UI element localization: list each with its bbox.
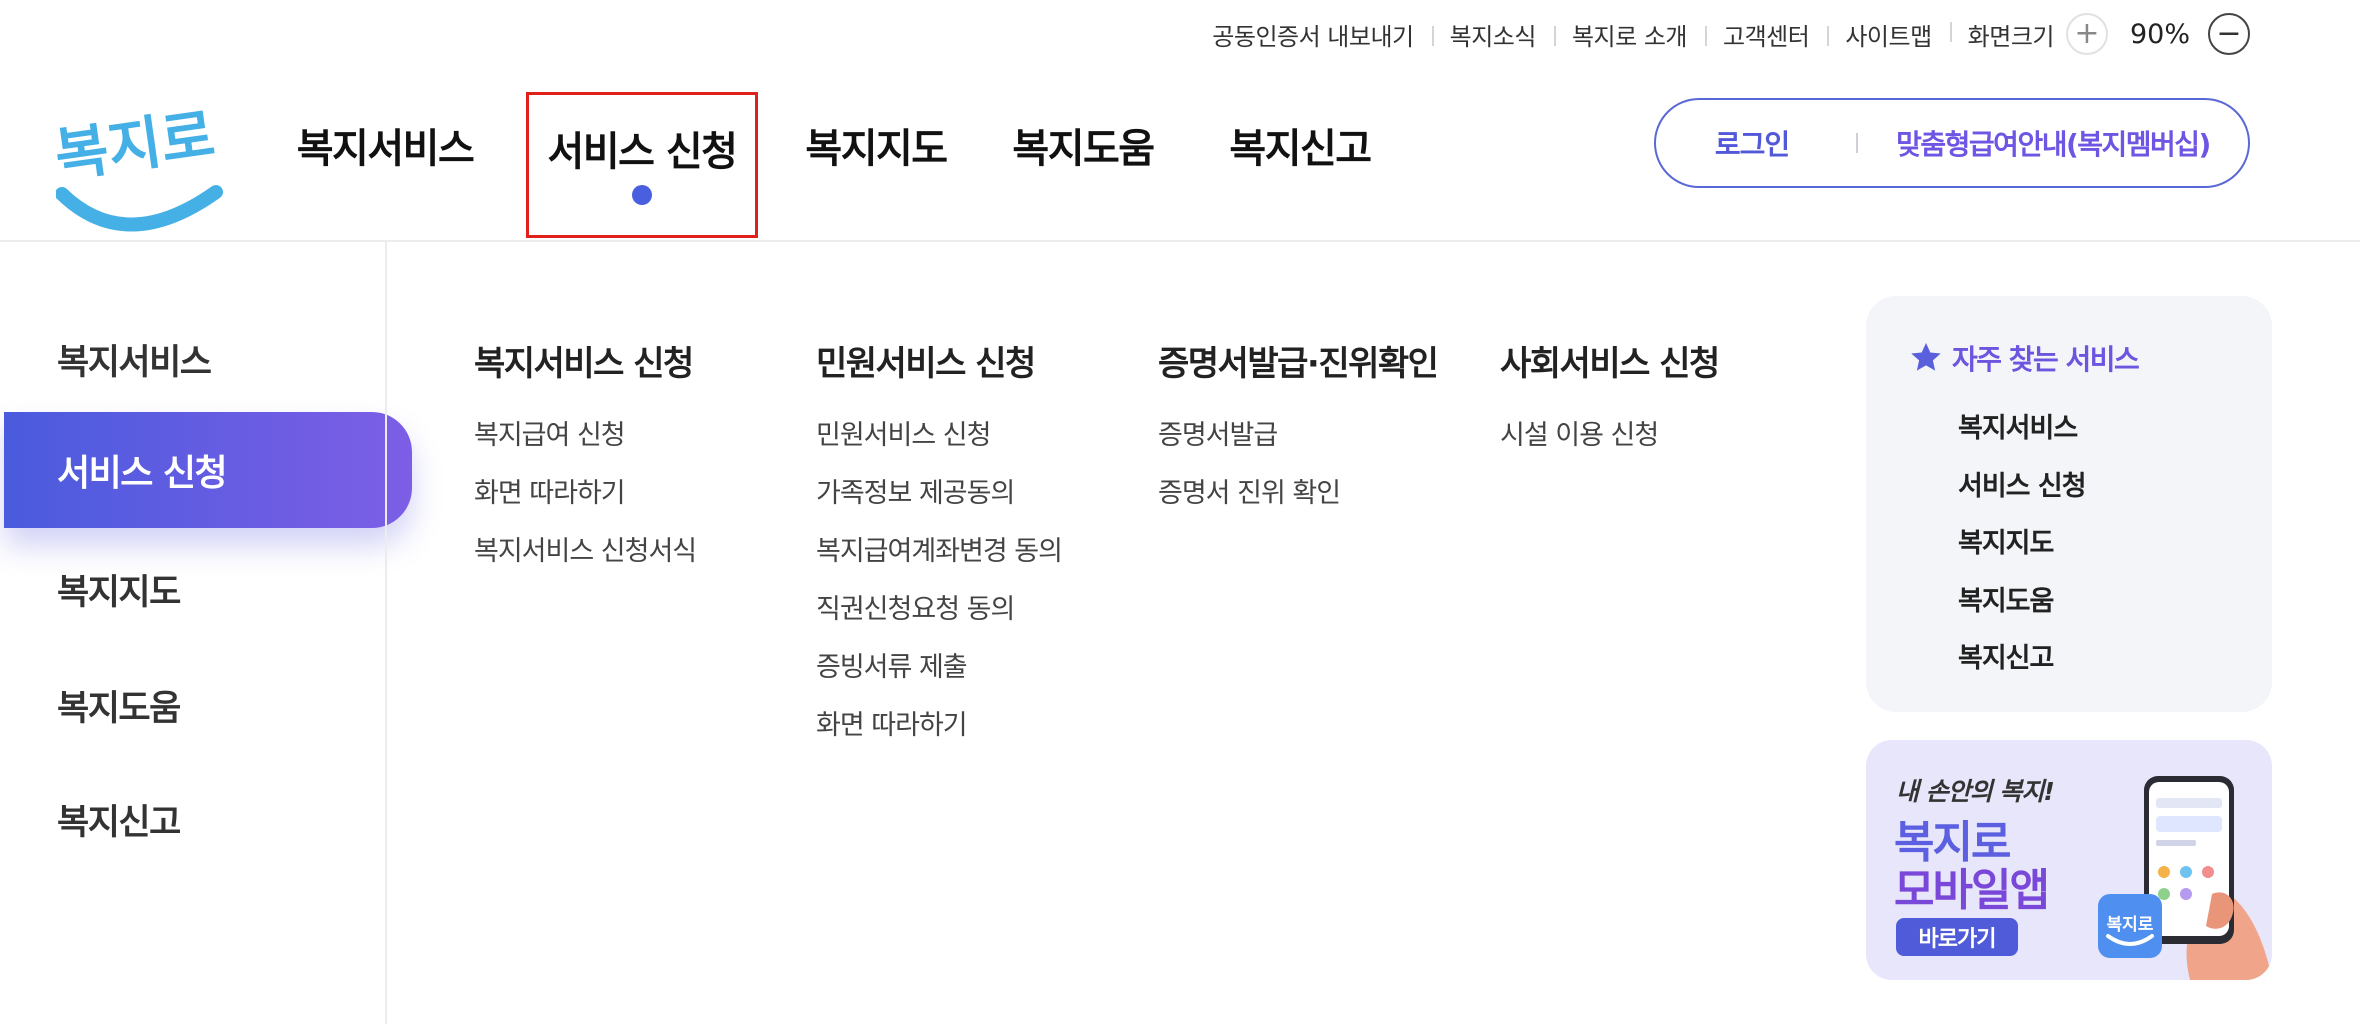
frequent-services-title: 자주 찾는 서비스 bbox=[1952, 343, 2140, 376]
util-link-customer-center[interactable]: 고객센터 bbox=[1705, 17, 1827, 52]
app-banner-tagline: 내 손안의 복지! bbox=[1896, 777, 2055, 806]
utility-bar: 공동인증서 내보내기 복지소식 복지로 소개 고객센터 사이트맵 화면크기 + … bbox=[1194, 13, 2250, 55]
menu-column-welfare-apply: 복지서비스 신청 복지급여 신청 화면 따라하기 복지서비스 신청서식 bbox=[474, 336, 697, 581]
app-banner-go-button[interactable]: 바로가기 bbox=[1896, 918, 2018, 956]
sidebar-item-welfare-report[interactable]: 복지신고 bbox=[57, 794, 181, 845]
star-icon bbox=[1911, 343, 1941, 371]
sidebar-item-service-apply[interactable]: 서비스 신청 bbox=[4, 412, 412, 528]
gnb-service-apply[interactable]: 서비스 신청 bbox=[526, 92, 758, 238]
menu-link[interactable]: 화면 따라하기 bbox=[474, 465, 696, 523]
menu-column-certificate: 증명서발급·진위확인 증명서발급 증명서 진위 확인 bbox=[1158, 336, 1439, 523]
global-nav: 복지서비스 서비스 신청 복지지도 복지도움 복지신고 bbox=[272, 92, 1408, 238]
zoom-in-button[interactable]: + bbox=[2065, 13, 2108, 55]
gnb-label: 복지서비스 bbox=[296, 126, 475, 172]
menu-link[interactable]: 화면 따라하기 bbox=[816, 697, 1062, 755]
menu-link[interactable]: 복지급여 신청 bbox=[474, 407, 696, 465]
util-link-sitemap[interactable]: 사이트맵 bbox=[1827, 17, 1949, 52]
gnb-label: 복지지도 bbox=[805, 126, 948, 172]
frequent-services-panel: 자주 찾는 서비스 복지서비스 서비스 신청 복지지도 복지도움 복지신고 bbox=[1866, 296, 2272, 712]
util-link-cert-export[interactable]: 공동인증서 내보내기 bbox=[1194, 17, 1431, 52]
menu-column-civil-apply: 민원서비스 신청 민원서비스 신청 가족정보 제공동의 복지급여계좌변경 동의 … bbox=[816, 336, 1063, 755]
sidebar-item-welfare-map[interactable]: 복지지도 bbox=[57, 564, 181, 615]
frequent-services-header: 자주 찾는 서비스 bbox=[1908, 338, 2140, 378]
logo-mark: 복지로 bbox=[51, 100, 223, 232]
gnb-label: 복지신고 bbox=[1229, 126, 1372, 172]
frequent-item[interactable]: 복지도움 bbox=[1958, 573, 2086, 631]
gnb-welfare-service[interactable]: 복지서비스 bbox=[272, 92, 498, 238]
mobile-app-banner[interactable]: 내 손안의 복지! 복지로 모바일앱 바로가기 복지로 bbox=[1866, 740, 2272, 980]
frequent-item[interactable]: 서비스 신청 bbox=[1958, 458, 2087, 516]
frequent-services-list: 복지서비스 서비스 신청 복지지도 복지도움 복지신고 bbox=[1958, 400, 2087, 688]
menu-column-title: 증명서발급·진위확인 bbox=[1158, 344, 1439, 384]
gnb-welfare-help[interactable]: 복지도움 bbox=[974, 92, 1192, 238]
sidebar-divider bbox=[385, 242, 387, 1024]
menu-link[interactable]: 증명서발급 bbox=[1158, 407, 1437, 465]
menu-link[interactable]: 가족정보 제공동의 bbox=[816, 465, 1062, 523]
util-link-about[interactable]: 복지로 소개 bbox=[1553, 17, 1705, 52]
logo-text: 복지로 bbox=[56, 100, 219, 190]
menu-column-social-service: 사회서비스 신청 시설 이용 신청 bbox=[1500, 336, 1720, 465]
sidebar-item-welfare-help[interactable]: 복지도움 bbox=[57, 680, 181, 731]
app-badge-text: 복지로 bbox=[2107, 915, 2154, 935]
sidebar-item-label: 서비스 신청 bbox=[57, 453, 228, 494]
menu-link[interactable]: 직권신청요청 동의 bbox=[816, 581, 1062, 639]
zoom-value: 90% bbox=[2129, 18, 2190, 50]
menu-link[interactable]: 증빙서류 제출 bbox=[816, 639, 1062, 697]
menu-link[interactable]: 시설 이용 신청 bbox=[1500, 407, 1719, 465]
menu-link[interactable]: 복지서비스 신청서식 bbox=[474, 523, 697, 581]
menu-column-title: 사회서비스 신청 bbox=[1500, 344, 1720, 384]
site-logo[interactable]: 복지로 bbox=[51, 96, 226, 246]
frequent-item[interactable]: 복지신고 bbox=[1958, 630, 2086, 688]
sidebar-item-welfare-service[interactable]: 복지서비스 bbox=[57, 334, 212, 385]
phone-in-hand-illustration: 복지로 bbox=[2098, 776, 2272, 980]
gnb-welfare-report[interactable]: 복지신고 bbox=[1192, 92, 1408, 238]
membership-button[interactable]: 맞춤형급여안내(복지멤버십) bbox=[1858, 123, 2248, 163]
frequent-item[interactable]: 복지지도 bbox=[1958, 515, 2086, 573]
login-button[interactable]: 로그인 bbox=[1656, 123, 1848, 163]
util-link-news[interactable]: 복지소식 bbox=[1431, 17, 1554, 52]
header-divider bbox=[0, 240, 2360, 242]
app-banner-title-line2: 모바일앱 bbox=[1894, 865, 2050, 916]
menu-column-title: 민원서비스 신청 bbox=[816, 344, 1036, 384]
active-indicator-dot bbox=[632, 185, 652, 205]
menu-link[interactable]: 증명서 진위 확인 bbox=[1158, 465, 1437, 523]
gnb-welfare-map[interactable]: 복지지도 bbox=[778, 92, 974, 238]
menu-link[interactable]: 복지급여계좌변경 동의 bbox=[816, 523, 1063, 581]
gnb-label: 복지도움 bbox=[1012, 126, 1155, 172]
zoom-out-button[interactable]: − bbox=[2208, 13, 2250, 55]
zoom-label: 화면크기 bbox=[1967, 22, 2055, 51]
menu-link[interactable]: 민원서비스 신청 bbox=[816, 407, 1062, 465]
login-group: 로그인 맞춤형급여안내(복지멤버십) bbox=[1654, 98, 2250, 188]
zoom-control: 화면크기 + 90% − bbox=[1949, 13, 2250, 55]
gnb-label: 서비스 신청 bbox=[547, 129, 738, 175]
frequent-item[interactable]: 복지서비스 bbox=[1958, 400, 2086, 458]
menu-column-title: 복지서비스 신청 bbox=[474, 344, 694, 384]
